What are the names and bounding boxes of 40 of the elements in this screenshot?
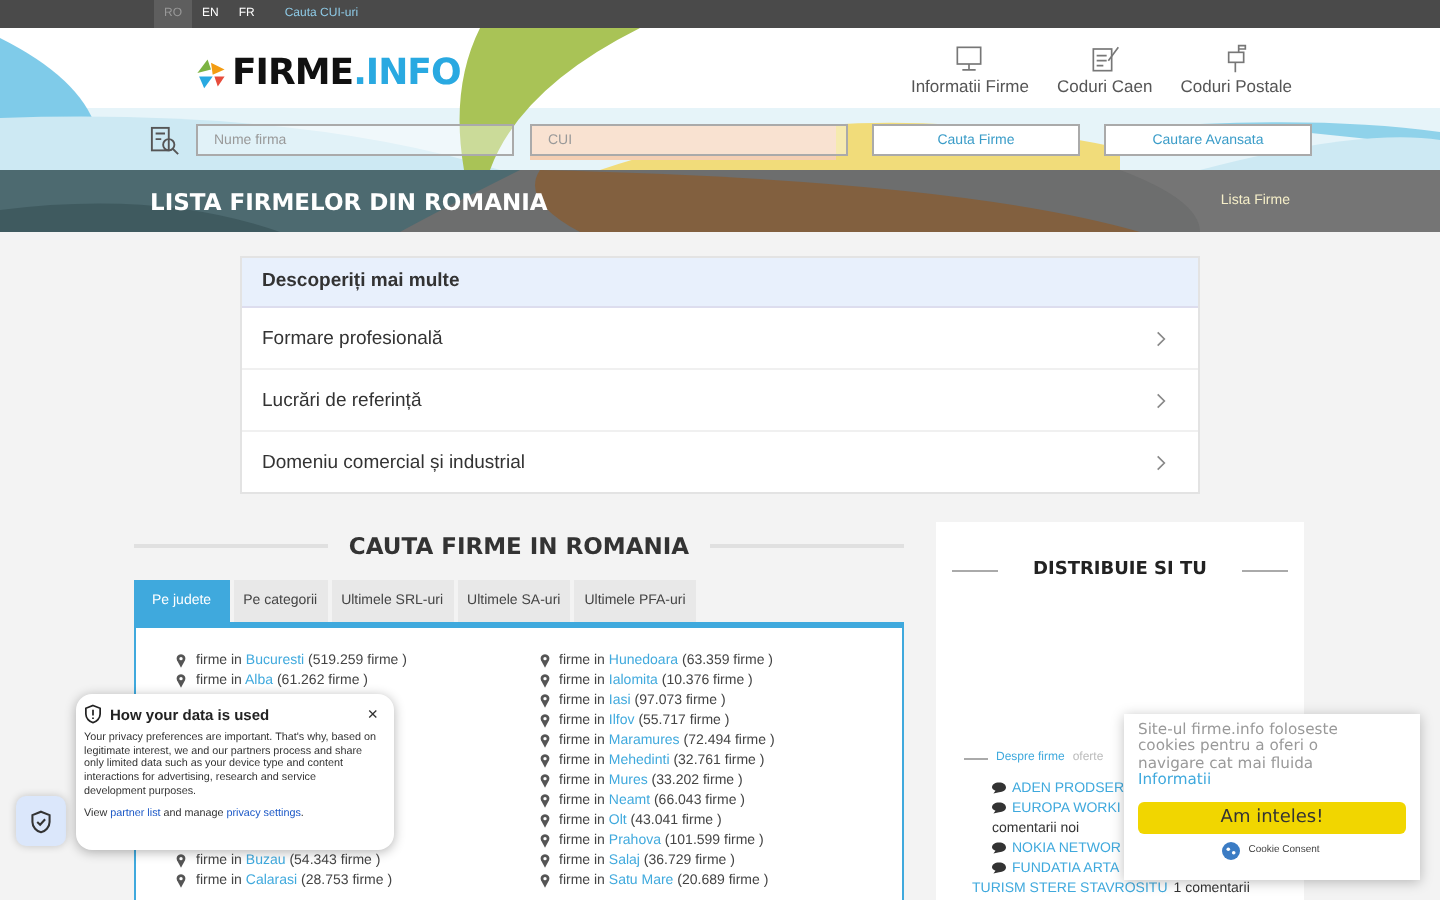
chevron-right-icon [1156,329,1166,347]
document-icon [1089,44,1120,74]
panel-title: DISTRIBUIE SI TU [1033,560,1207,580]
map-pin-icon [176,653,186,667]
shield-icon [30,809,52,833]
discover-item[interactable]: Lucrări de referință [242,370,1198,432]
map-pin-icon [539,693,549,707]
map-pin-icon [176,673,186,687]
map-pin-icon [539,833,549,847]
cookie-consent-icon [1222,841,1241,860]
close-button[interactable]: × [367,705,378,723]
map-pin-icon [539,853,549,867]
discover-header: Descoperiți mai multe [242,258,1198,308]
map-pin-icon [539,793,549,807]
map-pin-icon [176,853,186,867]
map-pin-icon [539,873,549,887]
nav-link[interactable]: Coduri Postale [1180,44,1292,116]
search-document-icon [150,125,180,155]
map-pin-icon [176,873,186,887]
chevron-right-icon [1156,453,1166,471]
logo-icon [194,55,228,89]
privacy-shield-button[interactable] [16,796,66,846]
map-pin-icon [539,733,549,747]
map-pin-icon [539,773,549,787]
page-title: LISTA FIRMELOR DIN ROMANIA [150,187,548,215]
map-pin-icon [539,753,549,767]
section-title: CAUTA FIRME IN ROMANIA [348,532,690,560]
map-pin-icon [539,653,549,667]
site-logo[interactable]: FIRME.INFO [232,51,461,93]
chevron-right-icon [1156,391,1166,409]
nav-link[interactable]: Coduri Caen [1057,44,1153,116]
discover-item[interactable]: Domeniu comercial și industrial [242,432,1198,492]
map-pin-icon [539,713,549,727]
nav-link[interactable]: Informatii Firme [910,44,1029,116]
monitor-icon [954,44,985,74]
map-pin-icon [539,813,549,827]
discover-item[interactable]: Formare profesională [242,308,1198,370]
shield-icon [84,704,102,724]
accept-button[interactable]: Am inteles! [1138,801,1406,834]
map-pin-icon [539,673,549,687]
